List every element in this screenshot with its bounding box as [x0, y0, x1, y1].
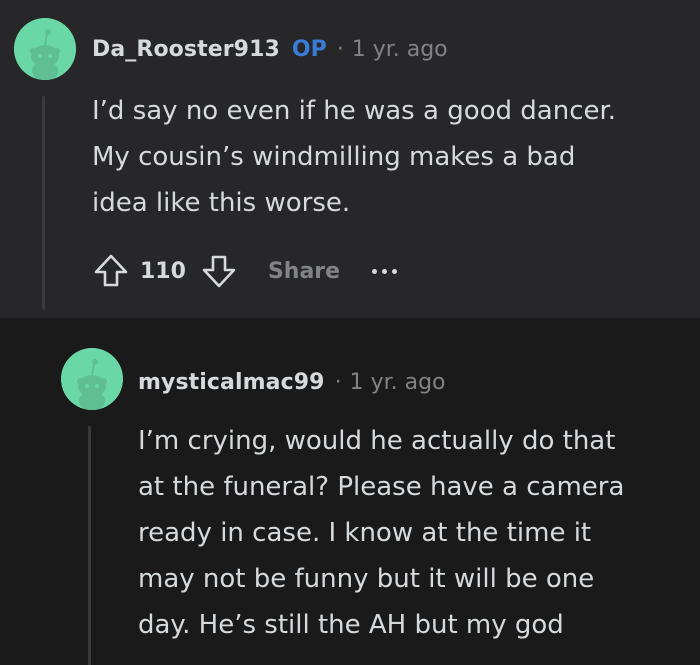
- more-options-dot: [382, 268, 388, 274]
- reply-comment: mysticalmac99 · 1 yr. ago I’m crying, wo…: [0, 318, 700, 665]
- upvote-arrow-icon: [94, 254, 128, 287]
- more-options-button[interactable]: [372, 261, 398, 281]
- comment-thread: Da_Rooster913 OP · 1 yr. ago I’d say no …: [0, 0, 700, 665]
- comment-body-line: idea like this worse.: [92, 188, 351, 218]
- reddit-snoo-avatar-icon: [14, 18, 76, 80]
- meta-separator: ·: [336, 36, 344, 62]
- thread-line[interactable]: [42, 96, 45, 310]
- comment-body-line: My cousin’s windmilling makes a bad: [92, 142, 576, 172]
- op-badge: OP: [291, 36, 327, 62]
- comment-body: I’m crying, would he actually do that at…: [138, 418, 624, 648]
- parent-comment: Da_Rooster913 OP · 1 yr. ago I’d say no …: [0, 0, 700, 318]
- downvote-button[interactable]: [196, 248, 242, 294]
- more-options-icon: [372, 268, 378, 274]
- comment-meta: mysticalmac99 · 1 yr. ago: [138, 363, 446, 401]
- comment-body-line: may not be funny but it will be one: [138, 564, 595, 594]
- comment-meta: Da_Rooster913 OP · 1 yr. ago: [92, 30, 448, 68]
- downvote-arrow-icon: [202, 255, 236, 288]
- more-options-dot: [392, 268, 398, 274]
- timestamp[interactable]: 1 yr. ago: [350, 370, 446, 395]
- user-avatar[interactable]: [14, 18, 76, 80]
- comment-actions: 110 Share: [88, 248, 398, 294]
- username[interactable]: mysticalmac99: [138, 370, 325, 395]
- user-avatar[interactable]: [61, 348, 123, 410]
- timestamp[interactable]: 1 yr. ago: [352, 37, 448, 62]
- vote-score: 110: [140, 258, 186, 284]
- comment-body-line: day. He’s still the AH but my god: [138, 610, 564, 640]
- comment-body-line: I’m crying, would he actually do that: [138, 426, 616, 456]
- thread-line[interactable]: [88, 426, 91, 665]
- comment-body-line: I’d say no even if he was a good dancer.: [92, 96, 617, 126]
- comment-body-line: at the funeral? Please have a camera: [138, 472, 625, 502]
- meta-separator: ·: [334, 369, 342, 395]
- share-button[interactable]: Share: [268, 259, 340, 284]
- reddit-snoo-avatar-icon: [61, 348, 123, 410]
- comment-body-line: ready in case. I know at the time it: [138, 518, 592, 548]
- comment-body: I’d say no even if he was a good dancer.…: [92, 88, 616, 226]
- username[interactable]: Da_Rooster913: [92, 37, 280, 62]
- upvote-button[interactable]: [88, 248, 134, 294]
